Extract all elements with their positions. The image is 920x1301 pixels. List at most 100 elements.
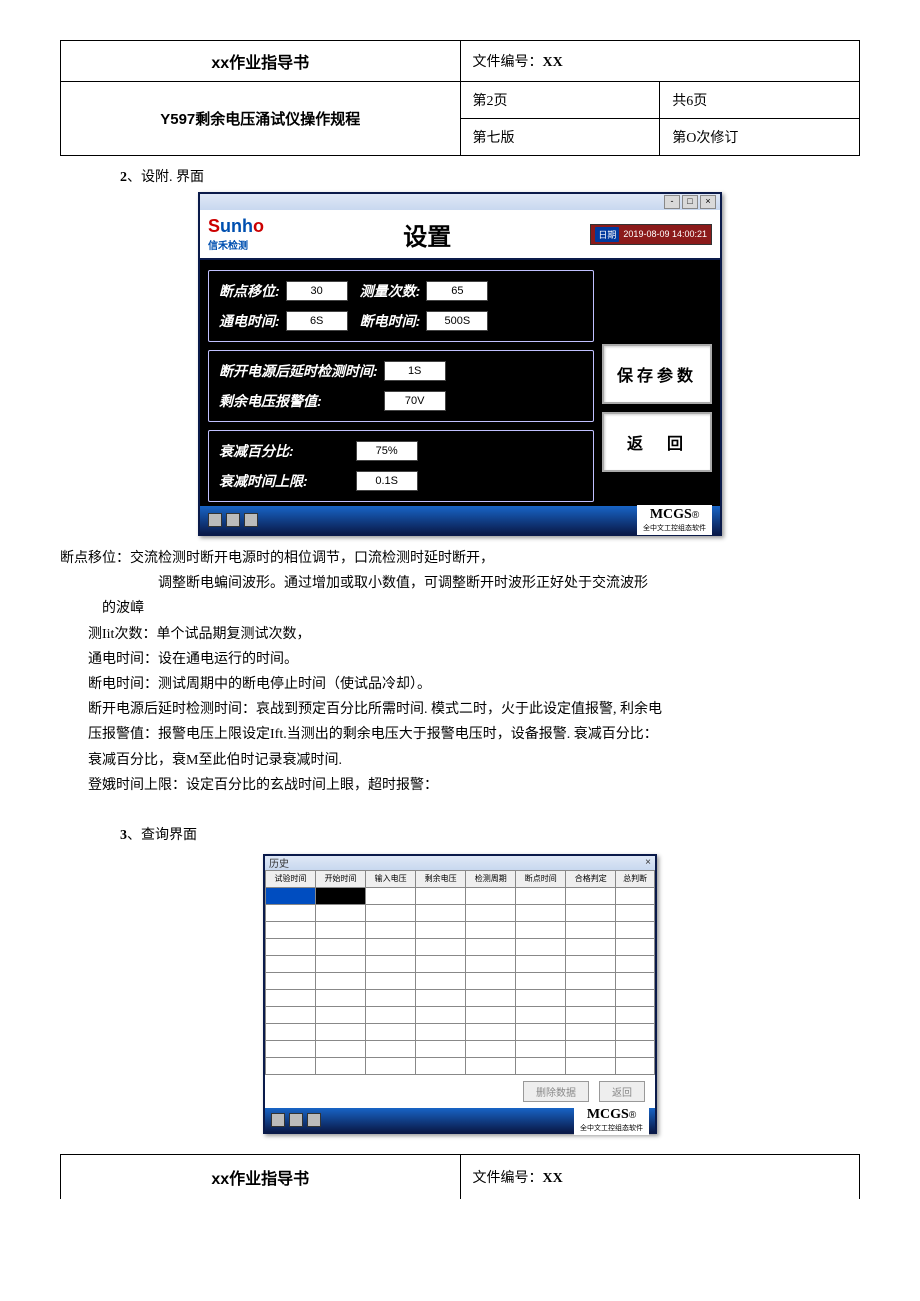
explain-line: 登娥时间上限：设定百分比的玄战时间上眼，超时报警： (88, 773, 860, 798)
decay-pct-input[interactable]: 75% (356, 441, 418, 461)
doc-no: 文件编号：XX (460, 41, 860, 82)
table-row[interactable] (266, 1006, 655, 1023)
query-titlebar: 历史 × (265, 856, 655, 870)
decay-limit-label: 衰减时间上限: (219, 471, 308, 491)
explain-line: 测Iit次数：单个试品期复测试次数， (88, 622, 860, 647)
decay-pct-label: 衰减百分比: (219, 441, 294, 461)
doc-footer-table: xx作业指导书 文件编号：XX (60, 1154, 860, 1199)
mcgs-logo: MCGS® 全中文工控组态软件 (637, 505, 712, 535)
col-period: 检测周期 (466, 870, 516, 887)
footer-doc-title: xx作业指导书 (61, 1154, 461, 1199)
col-residual-v: 剩余电压 (416, 870, 466, 887)
query-table: 试验时间 开始时间 输入电压 剩余电压 检测周期 断点时间 合格判定 总判断 (265, 870, 655, 1075)
decay-limit-input[interactable]: 0.1S (356, 471, 418, 491)
doc-title: xx作业指导书 (61, 41, 461, 82)
delay-label: 断开电源后延时检测时间: (219, 361, 378, 381)
col-start-time: 开始时间 (316, 870, 366, 887)
brand-logo: Sunho 信禾检测 (208, 216, 264, 252)
col-pass: 合格判定 (566, 870, 616, 887)
settings-title: 设置 (264, 217, 590, 252)
table-row[interactable] (266, 904, 655, 921)
panel-alarm: 断开电源后延时检测时间: 1S 剩余电压报警值: 70V (208, 350, 594, 422)
revision: 第O次修订 (660, 119, 860, 156)
explain-line: 断电时间：测试周期中的断电停止时间（使试品冷却）。 (88, 672, 860, 697)
table-row[interactable] (266, 887, 655, 904)
table-header-row: 试验时间 开始时间 输入电压 剩余电压 检测周期 断点时间 合格判定 总判断 (266, 870, 655, 887)
col-break-time: 断点时间 (516, 870, 566, 887)
maximize-icon[interactable]: □ (682, 195, 698, 209)
q-mcgs-logo: MCGS® 全中文工控组态软件 (574, 1105, 649, 1135)
on-time-input[interactable]: 6S (286, 311, 348, 331)
minimize-icon[interactable]: - (664, 195, 680, 209)
close-icon[interactable]: × (700, 195, 716, 209)
explain-line: 调整断电蝙间波形。通过增加或取小数值，可调整断开时波形正好处于交流波形 (60, 571, 860, 596)
q-next-icon[interactable] (307, 1113, 321, 1127)
table-row[interactable] (266, 1057, 655, 1074)
q-footer-controls (271, 1113, 321, 1127)
on-time-label: 通电时间: (219, 311, 280, 331)
query-title: 历史 (269, 855, 289, 870)
off-time-input[interactable]: 500S (426, 311, 488, 331)
explanation-block: 断点移位：交流检测时断开电源时的相位调节，口流检测时延时断开， 调整断电蝙间波形… (60, 546, 860, 798)
settings-header: Sunho 信禾检测 设置 日期 2019-08-09 14:00:21 (200, 210, 720, 260)
page-no-r: 共6页 (660, 82, 860, 119)
page-no-l: 第2页 (460, 82, 660, 119)
brand-sub: 信禾检测 (208, 237, 264, 252)
query-close-icon[interactable]: × (645, 857, 651, 868)
count-input[interactable]: 65 (426, 281, 488, 301)
count-label: 测量次数: (360, 281, 421, 301)
offset-label: 断点移位: (219, 281, 280, 301)
table-row[interactable] (266, 1040, 655, 1057)
off-time-label: 断电时间: (360, 311, 421, 331)
explain-line: 断点移位：交流检测时断开电源时的相位调节，口流检测时延时断开， (60, 546, 860, 571)
q-play-icon[interactable] (289, 1113, 303, 1127)
footer-doc-no-label: 文件编号： (473, 1171, 543, 1186)
alarm-label: 剩余电压报警值: (219, 391, 322, 411)
table-row[interactable] (266, 1023, 655, 1040)
delete-data-button[interactable]: 删除数据 (523, 1081, 589, 1102)
explain-line: 的波嶂 (102, 596, 860, 621)
table-row[interactable] (266, 989, 655, 1006)
settings-footer: MCGS® 全中文工控组态软件 (200, 506, 720, 534)
doc-no-label: 文件编号： (473, 55, 543, 70)
footer-doc-no: 文件编号：XX (460, 1154, 860, 1199)
date-value: 2019-08-09 14:00:21 (623, 229, 707, 239)
table-row[interactable] (266, 955, 655, 972)
window-titlebar: - □ × (200, 194, 720, 210)
settings-window: - □ × Sunho 信禾检测 设置 日期 2019-08-09 14:00:… (198, 192, 722, 536)
settings-body: 断点移位: 30 测量次数: 65 通电时间: 6S 断电时间: 500S (200, 260, 720, 506)
delay-input[interactable]: 1S (384, 361, 446, 381)
table-row[interactable] (266, 921, 655, 938)
back-button[interactable]: 返 回 (602, 412, 712, 472)
col-test-time: 试验时间 (266, 870, 316, 887)
col-input-v: 输入电压 (366, 870, 416, 887)
table-row[interactable] (266, 972, 655, 989)
query-window: 历史 × 试验时间 开始时间 输入电压 剩余电压 检测周期 断点时间 合格判定 … (263, 854, 657, 1134)
table-row[interactable] (266, 938, 655, 955)
footer-controls (208, 513, 258, 527)
datetime-badge: 日期 2019-08-09 14:00:21 (590, 224, 712, 245)
date-label: 日期 (595, 227, 619, 242)
query-back-button[interactable]: 返回 (599, 1081, 645, 1102)
play-icon[interactable] (226, 513, 240, 527)
doc-header-table: xx作业指导书 文件编号：XX Y597剩余电压涌试仪操作规程 第2页 共6页 … (60, 40, 860, 156)
explain-line: 断开电源后延时检测时间：哀战到预定百分比所需时间. 模式二时，火于此设定值报警,… (88, 697, 860, 722)
q-prev-icon[interactable] (271, 1113, 285, 1127)
offset-input[interactable]: 30 (286, 281, 348, 301)
next-icon[interactable] (244, 513, 258, 527)
edition: 第七版 (460, 119, 660, 156)
alarm-input[interactable]: 70V (384, 391, 446, 411)
query-footer: MCGS® 全中文工控组态软件 (265, 1108, 655, 1132)
save-params-button[interactable]: 保存参数 (602, 344, 712, 404)
section-3-heading: 3、查询界面 (120, 824, 860, 844)
doc-subtitle: Y597剩余电压涌试仪操作规程 (61, 82, 461, 156)
query-button-row: 删除数据 返回 (265, 1075, 655, 1108)
query-body: 试验时间 开始时间 输入电压 剩余电压 检测周期 断点时间 合格判定 总判断 删… (265, 870, 655, 1108)
explain-line: 压报警值：报警电压上限设定Ift.当测出的剩余电压大于报警电压时，设备报警. 衰… (88, 722, 860, 747)
footer-doc-no-value: XX (543, 1171, 563, 1186)
panel-decay: 衰减百分比: 75% 衰减时间上限: 0.1S (208, 430, 594, 502)
prev-icon[interactable] (208, 513, 222, 527)
explain-line: 衰减百分比，衰M至此伯时记录衰减时间. (88, 748, 860, 773)
explain-line: 通电时间：设在通电运行的时间。 (88, 647, 860, 672)
section-2-heading: 22、设附. 界面、设附. 界面 (120, 166, 860, 186)
